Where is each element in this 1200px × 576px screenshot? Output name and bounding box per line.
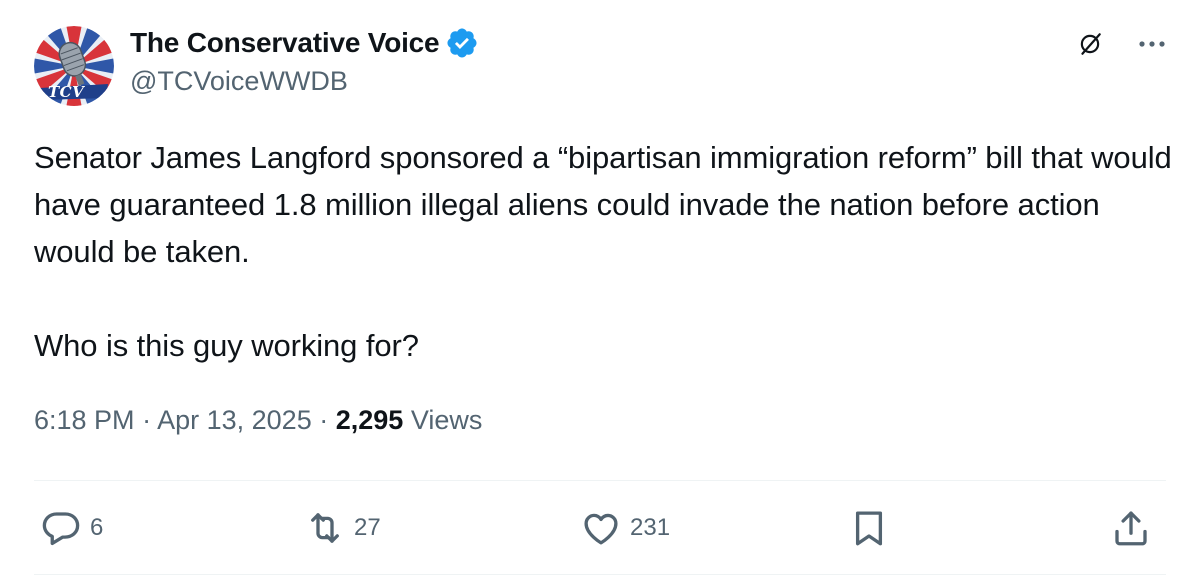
reply-button[interactable]: 6	[40, 506, 103, 550]
author-handle[interactable]: @TCVoiceWWDB	[130, 66, 348, 97]
verified-badge-icon[interactable]	[445, 26, 479, 60]
repost-button[interactable]: 27	[304, 506, 381, 550]
like-button[interactable]: 231	[580, 506, 670, 550]
tweet-card: TCV The Conservative Voice @TCVoiceWWDB	[0, 0, 1200, 576]
heart-icon	[580, 507, 622, 549]
meta-separator: ·	[142, 405, 152, 435]
bookmark-button[interactable]	[848, 506, 890, 550]
share-icon	[1110, 507, 1152, 549]
reply-icon	[40, 507, 82, 549]
grok-icon[interactable]	[1072, 26, 1108, 62]
avatar[interactable]: TCV	[34, 26, 114, 106]
divider	[34, 574, 1166, 575]
tweet-paragraph: Senator James Langford sponsored a “bipa…	[34, 140, 1172, 269]
tweet-date[interactable]: Apr 13, 2025	[157, 405, 312, 435]
display-name[interactable]: The Conservative Voice	[130, 27, 440, 59]
more-icon[interactable]	[1134, 26, 1170, 62]
like-count: 231	[630, 514, 671, 541]
top-actions	[1072, 26, 1170, 62]
repost-icon	[304, 507, 346, 549]
divider	[34, 480, 1166, 481]
meta-separator: ·	[319, 405, 329, 435]
avatar-logo-text: TCV	[48, 83, 85, 101]
share-button[interactable]	[1110, 506, 1152, 550]
tweet-text: Senator James Langford sponsored a “bipa…	[34, 134, 1174, 369]
bookmark-icon	[848, 507, 890, 549]
tweet-time[interactable]: 6:18 PM	[34, 405, 135, 435]
author-name-row: The Conservative Voice	[130, 24, 479, 62]
reply-count: 6	[90, 514, 104, 541]
repost-count: 27	[354, 514, 381, 541]
tweet-meta: 6:18 PM · Apr 13, 2025 · 2,295 Views	[34, 405, 482, 436]
views-count: 2,295	[335, 405, 404, 435]
tweet-paragraph: Who is this guy working for?	[34, 328, 419, 363]
views-label: Views	[410, 405, 483, 435]
